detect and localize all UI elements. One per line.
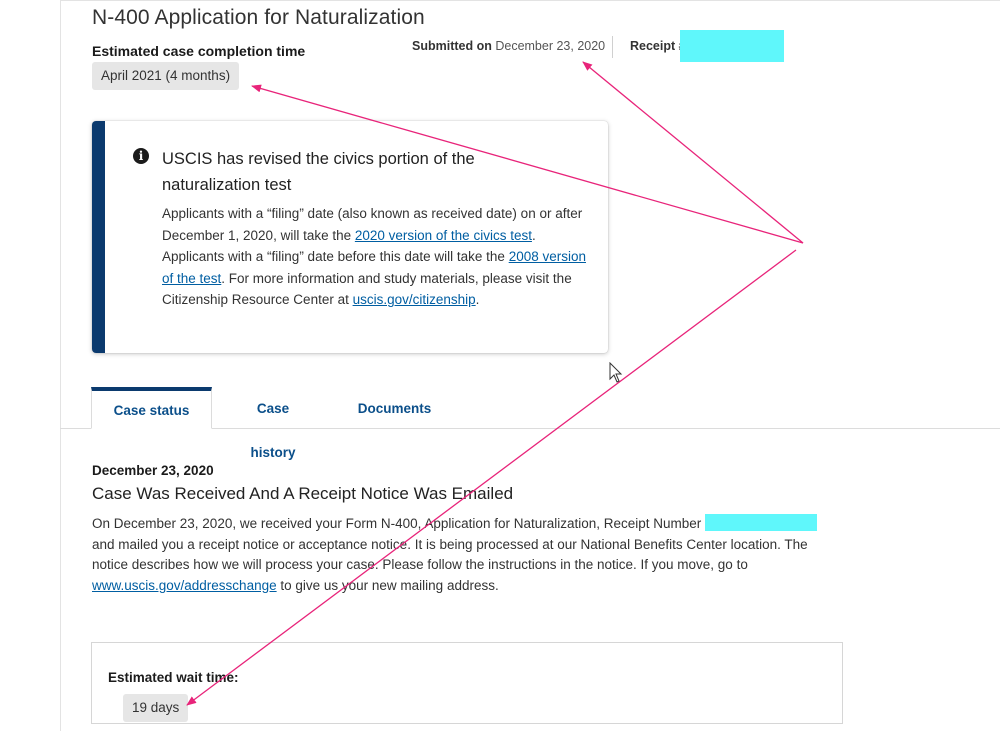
submitted-date: December 23, 2020 (495, 39, 606, 53)
alert-title: USCIS has revised the civics portion of … (162, 150, 475, 194)
status-text-3: to give us your new mailing address. (276, 577, 499, 593)
estimate-label: Estimated case completion time (92, 43, 306, 59)
status-heading: Case Was Received And A Receipt Notice W… (92, 484, 514, 503)
status-date: December 23, 2020 (92, 463, 214, 478)
receipt-label: Receipt # (630, 39, 686, 53)
status-text-2: and mailed you a receipt notice or accep… (92, 536, 808, 573)
wait-time-badge: 19 days (123, 694, 189, 722)
civics-alert: i USCIS has revised the civics portion o… (92, 121, 608, 353)
estimate-value-badge: April 2021 (4 months) (92, 62, 240, 90)
page-title: N-400 Application for Naturalization (92, 6, 425, 29)
tab-case-history[interactable]: Case history (233, 387, 313, 460)
wait-time-label: Estimated wait time: (108, 670, 239, 685)
civics-2020-link[interactable]: 2020 version of the civics test (355, 228, 532, 243)
info-icon: i (133, 148, 149, 164)
alert-body: Applicants with a “filing” date (also kn… (162, 203, 592, 311)
alert-text-4: . (475, 292, 480, 307)
submitted-info: Submitted on December 23, 2020 (412, 39, 605, 53)
status-description: On December 23, 2020, we received your F… (92, 514, 842, 596)
address-change-link[interactable]: www.uscis.gov/addresschange (92, 578, 277, 593)
citizenship-link[interactable]: uscis.gov/citizenship (353, 292, 476, 307)
page-frame (60, 0, 1000, 731)
status-text-1: On December 23, 2020, we received your F… (92, 516, 706, 531)
submitted-label: Submitted on (412, 39, 492, 53)
alert-accent-bar (92, 121, 105, 353)
receipt-number-redaction (680, 30, 784, 62)
tab-documents[interactable]: Documents (357, 387, 432, 429)
header-divider (612, 36, 613, 58)
receipt-number-redaction-inline (705, 514, 818, 531)
tab-case-status[interactable]: Case status (91, 387, 212, 429)
mouse-cursor-icon (609, 362, 623, 383)
